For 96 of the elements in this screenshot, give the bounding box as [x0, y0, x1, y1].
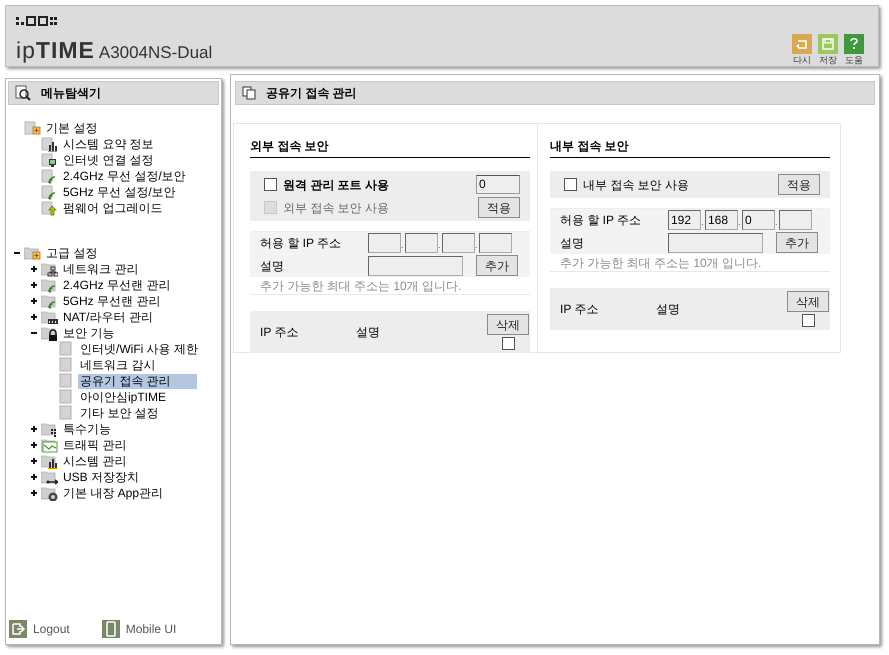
ip-field[interactable]: 192: [668, 210, 701, 230]
tree-item[interactable]: 특수기능: [61, 422, 113, 436]
tree-item[interactable]: 아이안심ipTIME: [78, 390, 168, 404]
checkbox[interactable]: [502, 337, 514, 350]
ip-field[interactable]: 168: [705, 210, 738, 230]
tree-item[interactable]: 네트워크 관리: [61, 262, 140, 276]
bar-chart-icon: [41, 453, 58, 469]
tree-item[interactable]: 기본 내장 App관리: [61, 486, 166, 500]
option-label: 외부 접속 보안 사용: [283, 200, 390, 216]
field-label: 설명: [559, 234, 585, 252]
field-label: 허용 할 IP 주소: [559, 212, 642, 229]
option-label: 내부 접속 보안 사용: [583, 176, 690, 194]
field-label: 설명: [259, 258, 285, 274]
dot-separator: .: [438, 238, 442, 252]
section-title: 외부 접속 보안: [250, 137, 530, 158]
dot-separator: .: [475, 238, 479, 252]
help-icon: [844, 34, 864, 54]
toolbar-button[interactable]: 도움: [844, 34, 864, 66]
tree-item[interactable]: 시스템 관리: [61, 454, 128, 468]
router-icon: [41, 309, 58, 325]
ip-field[interactable]: [405, 233, 438, 253]
toolbar-button[interactable]: 저장: [818, 34, 838, 66]
tree-item[interactable]: USB 저장장치: [61, 470, 142, 484]
wifi-icon: [41, 168, 58, 184]
ip-field[interactable]: [779, 210, 812, 230]
dot-separator: .: [738, 216, 742, 228]
toolbar-button[interactable]: 다시: [792, 34, 812, 66]
apply-button[interactable]: 적용: [478, 197, 520, 218]
description-field[interactable]: [668, 232, 763, 252]
up-arrow-icon: [41, 200, 58, 216]
delete-button[interactable]: 삭제: [487, 314, 529, 335]
panel-title: 메뉴탐색기: [41, 85, 101, 102]
apply-button[interactable]: 적용: [778, 174, 820, 195]
brand-logo: ipTIME: [16, 36, 95, 65]
monitor-icon: [41, 152, 58, 168]
ip-field[interactable]: [368, 233, 401, 253]
column-header: IP 주소: [560, 301, 600, 318]
footer-link[interactable]: Mobile UI: [102, 620, 176, 638]
tree-item[interactable]: NAT/라우터 관리: [61, 310, 155, 324]
wifi-icon: [41, 277, 58, 293]
phone-icon: [102, 620, 120, 638]
checkbox[interactable]: [264, 178, 277, 191]
tree-item[interactable]: 인터넷 연결 설정: [61, 152, 156, 168]
ip-field[interactable]: [479, 233, 512, 253]
folder-plus-icon: [24, 120, 41, 136]
tree-item[interactable]: 기타 보안 설정: [78, 406, 161, 420]
option-label: 원격 관리 포트 사용: [283, 176, 390, 194]
field-label: 허용 할 IP 주소: [259, 235, 342, 252]
network-icon: [41, 261, 58, 277]
tree-item[interactable]: 펌웨어 업그레이드: [61, 200, 164, 216]
dot-separator: .: [775, 216, 779, 228]
model-name: A3004NS-Dual: [98, 42, 212, 64]
exit-icon: [9, 620, 27, 638]
dots-icon: [41, 421, 58, 437]
dot-separator: .: [701, 216, 705, 228]
description-field[interactable]: [368, 256, 463, 276]
dot-separator: .: [401, 238, 405, 252]
tree-item[interactable]: 2.4GHz 무선랜 관리: [61, 278, 172, 292]
tree-item[interactable]: 트래픽 관리: [61, 438, 128, 452]
footer-link[interactable]: Logout: [9, 620, 70, 638]
tree-item[interactable]: 네트워크 감시: [78, 358, 158, 372]
column-header: 설명: [356, 324, 381, 341]
tree-item[interactable]: 인터넷/WiFi 사용 제한: [78, 342, 200, 356]
checkbox[interactable]: [802, 314, 814, 327]
ip-field[interactable]: 0: [742, 210, 775, 230]
wifi-icon: [41, 184, 58, 200]
undo-icon: [792, 34, 812, 54]
tree-item[interactable]: 보안 기능: [61, 326, 116, 340]
note-text: 추가 가능한 최대 주소는 10개 입니다.: [550, 254, 830, 272]
ip-field[interactable]: [442, 233, 475, 253]
section-title: 내부 접속 보안: [550, 137, 830, 158]
tree-item[interactable]: 시스템 요약 정보: [61, 136, 156, 152]
usb-icon: [41, 469, 58, 485]
delete-button[interactable]: 삭제: [787, 291, 829, 312]
copy-icon: [242, 86, 256, 100]
lock-icon: [41, 325, 58, 341]
tree-item[interactable]: 2.4GHz 무선 설정/보안: [61, 168, 188, 184]
tree-item[interactable]: 기본 설정: [44, 120, 100, 136]
panel-title: 공유기 접속 관리: [266, 85, 357, 102]
checkbox[interactable]: [564, 178, 577, 191]
add-button[interactable]: 추가: [776, 232, 818, 253]
bar-chart-icon: [41, 136, 58, 152]
tree-item[interactable]: 공유기 접속 관리: [78, 374, 197, 388]
note-text: 추가 가능한 최대 주소는 10개 입니다.: [250, 277, 530, 295]
port-field[interactable]: 0: [476, 175, 520, 194]
wifi-icon: [41, 293, 58, 309]
add-button[interactable]: 추가: [476, 255, 518, 276]
search-icon: [15, 85, 31, 101]
tree-item[interactable]: 고급 설정: [44, 246, 100, 260]
line-chart-icon: [41, 437, 58, 453]
tree-item[interactable]: 5GHz 무선 설정/보안: [61, 184, 178, 200]
column-header: 설명: [656, 301, 681, 318]
tree-item[interactable]: 5GHz 무선랜 관리: [61, 294, 162, 308]
column-header: IP 주소: [260, 324, 300, 341]
folder-plus-icon: [24, 245, 41, 261]
save-icon: [818, 34, 838, 54]
